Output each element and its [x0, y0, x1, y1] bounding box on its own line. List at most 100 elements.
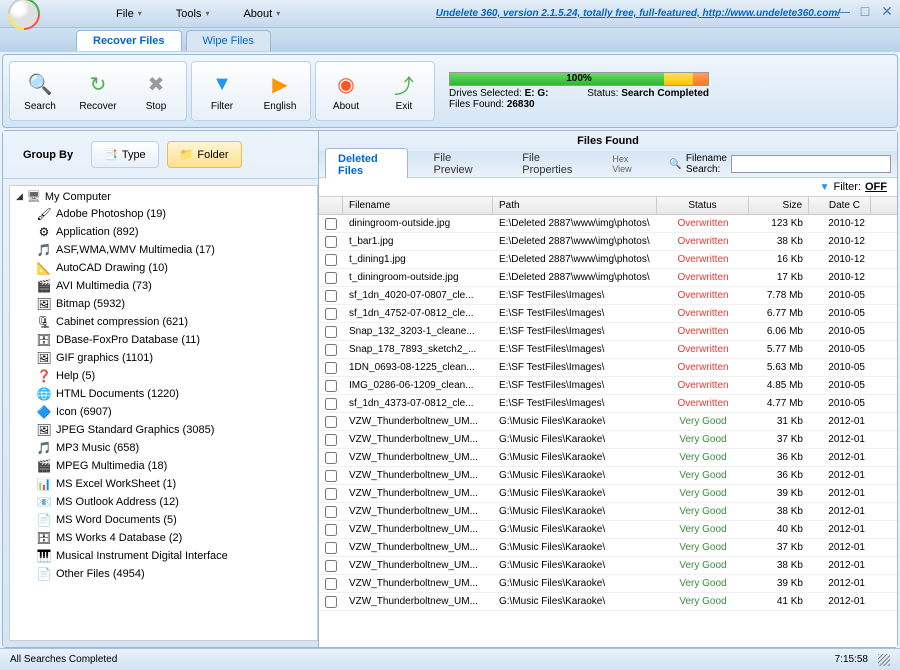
- filter-toggle[interactable]: OFF: [865, 181, 887, 193]
- tree-item[interactable]: 🎵MP3 Music (658): [14, 439, 313, 457]
- table-row[interactable]: t_dining1.jpg E:\Deleted 2887\www\img\ph…: [319, 251, 897, 269]
- row-checkbox[interactable]: [325, 380, 337, 392]
- menu-tools[interactable]: Tools▾: [168, 4, 218, 24]
- table-row[interactable]: IMG_0286-06-1209_clean... E:\SF TestFile…: [319, 377, 897, 395]
- table-row[interactable]: VZW_Thunderboltnew_UM... G:\Music Files\…: [319, 521, 897, 539]
- tab-file-properties[interactable]: File Properties: [509, 147, 595, 181]
- row-checkbox[interactable]: [325, 596, 337, 608]
- table-row[interactable]: VZW_Thunderboltnew_UM... G:\Music Files\…: [319, 431, 897, 449]
- stop-button[interactable]: ✖ Stop: [128, 64, 184, 118]
- column-checkbox[interactable]: [319, 197, 343, 214]
- column-size[interactable]: Size: [749, 197, 809, 214]
- table-row[interactable]: sf_1dn_4752-07-0812_cle... E:\SF TestFil…: [319, 305, 897, 323]
- row-checkbox[interactable]: [325, 236, 337, 248]
- tree-item[interactable]: 📧MS Outlook Address (12): [14, 493, 313, 511]
- tree-item[interactable]: 🖼Bitmap (5932): [14, 295, 313, 313]
- tree-item[interactable]: 🎵ASF,WMA,WMV Multimedia (17): [14, 241, 313, 259]
- tree-item[interactable]: 📄Other Files (4954): [14, 565, 313, 583]
- tree-item[interactable]: 🎬MPEG Multimedia (18): [14, 457, 313, 475]
- tree-item[interactable]: ⚙Application (892): [14, 223, 313, 241]
- row-checkbox[interactable]: [325, 470, 337, 482]
- language-button[interactable]: ▶ English: [252, 64, 308, 118]
- row-checkbox[interactable]: [325, 344, 337, 356]
- row-checkbox[interactable]: [325, 272, 337, 284]
- row-checkbox[interactable]: [325, 542, 337, 554]
- table-row[interactable]: t_diningroom-outside.jpg E:\Deleted 2887…: [319, 269, 897, 287]
- table-row[interactable]: sf_1dn_4020-07-0807_cle... E:\SF TestFil…: [319, 287, 897, 305]
- type-icon: 📑: [104, 148, 118, 161]
- tab-deleted-files[interactable]: Deleted Files: [325, 148, 408, 182]
- tree-item[interactable]: 📐AutoCAD Drawing (10): [14, 259, 313, 277]
- row-checkbox[interactable]: [325, 452, 337, 464]
- table-row[interactable]: Snap_178_7893_sketch2_... E:\SF TestFile…: [319, 341, 897, 359]
- column-filename[interactable]: Filename: [343, 197, 493, 214]
- table-row[interactable]: 1DN_0693-08-1225_clean... E:\SF TestFile…: [319, 359, 897, 377]
- column-path[interactable]: Path: [493, 197, 657, 214]
- tab-wipe-files[interactable]: Wipe Files: [186, 30, 271, 51]
- tab-hex-view[interactable]: Hex View: [599, 149, 657, 179]
- group-folder-button[interactable]: 📁Folder: [167, 141, 242, 168]
- table-row[interactable]: VZW_Thunderboltnew_UM... G:\Music Files\…: [319, 539, 897, 557]
- tree-item[interactable]: 🖌Adobe Photoshop (19): [14, 205, 313, 223]
- row-checkbox[interactable]: [325, 434, 337, 446]
- tree-item[interactable]: 🌐HTML Documents (1220): [14, 385, 313, 403]
- tree-item[interactable]: 📄MS Word Documents (5): [14, 511, 313, 529]
- tree-item[interactable]: 🖼GIF graphics (1101): [14, 349, 313, 367]
- recover-button[interactable]: ↻ Recover: [70, 64, 126, 118]
- row-checkbox[interactable]: [325, 416, 337, 428]
- menu-about[interactable]: About▾: [235, 4, 288, 24]
- column-date[interactable]: Date C: [809, 197, 871, 214]
- table-row[interactable]: VZW_Thunderboltnew_UM... G:\Music Files\…: [319, 449, 897, 467]
- close-button[interactable]: ✕: [878, 2, 896, 20]
- tree-item[interactable]: 🗄DBase-FoxPro Database (11): [14, 331, 313, 349]
- tree-item[interactable]: 🖼JPEG Standard Graphics (3085): [14, 421, 313, 439]
- tab-recover-files[interactable]: Recover Files: [76, 30, 182, 51]
- tree-item[interactable]: 🗄MS Works 4 Database (2): [14, 529, 313, 547]
- table-row[interactable]: VZW_Thunderboltnew_UM... G:\Music Files\…: [319, 485, 897, 503]
- row-checkbox[interactable]: [325, 326, 337, 338]
- row-checkbox[interactable]: [325, 488, 337, 500]
- minimize-button[interactable]: —: [834, 2, 852, 20]
- tab-file-preview[interactable]: File Preview: [420, 147, 497, 181]
- table-row[interactable]: Snap_132_3203-1_cleane... E:\SF TestFile…: [319, 323, 897, 341]
- row-checkbox[interactable]: [325, 362, 337, 374]
- row-checkbox[interactable]: [325, 254, 337, 266]
- row-checkbox[interactable]: [325, 524, 337, 536]
- collapse-icon[interactable]: ◢: [16, 191, 23, 202]
- row-checkbox[interactable]: [325, 578, 337, 590]
- about-button[interactable]: ◉ About: [318, 64, 374, 118]
- menu-file[interactable]: File▾: [108, 4, 150, 24]
- tree-view[interactable]: ◢ 🖥 My Computer 🖌Adobe Photoshop (19)⚙Ap…: [9, 185, 318, 641]
- table-row[interactable]: diningroom-outside.jpg E:\Deleted 2887\w…: [319, 215, 897, 233]
- table-row[interactable]: VZW_Thunderboltnew_UM... G:\Music Files\…: [319, 413, 897, 431]
- tree-item[interactable]: 🎹Musical Instrument Digital Interface: [14, 547, 313, 565]
- promo-link[interactable]: Undelete 360, version 2.1.5.24, totally …: [436, 8, 840, 19]
- table-row[interactable]: t_bar1.jpg E:\Deleted 2887\www\img\photo…: [319, 233, 897, 251]
- row-checkbox[interactable]: [325, 218, 337, 230]
- row-checkbox[interactable]: [325, 506, 337, 518]
- row-checkbox[interactable]: [325, 290, 337, 302]
- tree-item[interactable]: 🔷Icon (6907): [14, 403, 313, 421]
- table-row[interactable]: sf_1dn_4373-07-0812_cle... E:\SF TestFil…: [319, 395, 897, 413]
- filename-search-input[interactable]: [731, 155, 891, 173]
- tree-item[interactable]: ❓Help (5): [14, 367, 313, 385]
- tree-root[interactable]: ◢ 🖥 My Computer: [14, 190, 313, 203]
- filter-button[interactable]: ▼ Filter: [194, 64, 250, 118]
- column-status[interactable]: Status: [657, 197, 749, 214]
- tree-item[interactable]: 📊MS Excel WorkSheet (1): [14, 475, 313, 493]
- table-row[interactable]: VZW_Thunderboltnew_UM... G:\Music Files\…: [319, 503, 897, 521]
- group-type-button[interactable]: 📑Type: [91, 141, 159, 168]
- tree-item[interactable]: 🎬AVI Multimedia (73): [14, 277, 313, 295]
- resize-grip[interactable]: [878, 654, 890, 666]
- table-row[interactable]: VZW_Thunderboltnew_UM... G:\Music Files\…: [319, 467, 897, 485]
- table-row[interactable]: VZW_Thunderboltnew_UM... G:\Music Files\…: [319, 575, 897, 593]
- maximize-button[interactable]: □: [856, 2, 874, 20]
- tree-item[interactable]: 🗜Cabinet compression (621): [14, 313, 313, 331]
- row-checkbox[interactable]: [325, 398, 337, 410]
- table-row[interactable]: VZW_Thunderboltnew_UM... G:\Music Files\…: [319, 593, 897, 611]
- row-checkbox[interactable]: [325, 560, 337, 572]
- row-checkbox[interactable]: [325, 308, 337, 320]
- search-button[interactable]: 🔍 Search: [12, 64, 68, 118]
- table-row[interactable]: VZW_Thunderboltnew_UM... G:\Music Files\…: [319, 557, 897, 575]
- exit-button[interactable]: ⤴ Exit: [376, 64, 432, 118]
